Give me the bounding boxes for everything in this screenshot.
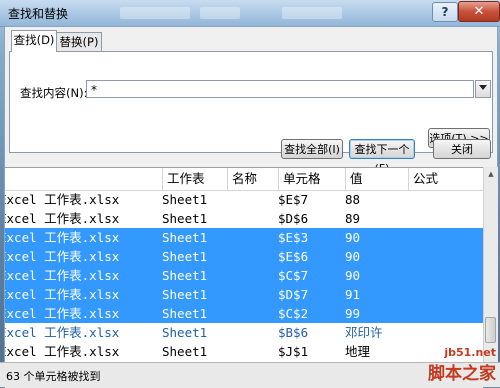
cell-sheet: Sheet1 (162, 249, 208, 264)
cell-address: $E$7 (278, 192, 309, 207)
cell-address: $D$6 (278, 211, 309, 226)
watermark: jb51.net 脚本之家 (428, 346, 496, 384)
cell-workbook: Excel 工作表.xlsx (5, 344, 120, 359)
results-list[interactable]: 工作表 名称 单元格 值 公式 Excel 工作表.xlsx Sheet1 $E$7… (5, 167, 483, 374)
cell-sheet: Sheet1 (162, 192, 208, 207)
cell-workbook: Excel 工作表.xlsx (5, 230, 120, 245)
find-next-button[interactable]: 查找下一个(F) (349, 139, 415, 175)
background-window-blur (200, 7, 240, 19)
cell-address: $J$1 (278, 344, 309, 359)
cell-address: $E$6 (278, 249, 309, 264)
window-title: 查找和替换 (8, 7, 69, 21)
cell-name (227, 190, 277, 209)
cell-sheet: Sheet1 (162, 211, 208, 226)
cell-address: $C$7 (278, 268, 309, 283)
column-header-name[interactable]: 名称 (227, 168, 278, 190)
cell-value: 91 (345, 287, 361, 302)
cell-formula (408, 228, 483, 247)
results-vertical-scrollbar[interactable]: ▲ ▼ (483, 167, 498, 373)
table-row[interactable]: Excel 工作表.xlsx Sheet1 $C$2 99 (5, 304, 483, 323)
cell-value: 90 (345, 249, 361, 264)
background-window-blur (120, 7, 190, 19)
background-window-blur (282, 7, 342, 19)
cell-address: $B$6 (278, 325, 309, 340)
window-close-button[interactable]: ✕ (458, 1, 500, 22)
find-all-button[interactable]: 查找全部(I) (281, 139, 343, 159)
find-what-label: 查找内容(N): (20, 86, 88, 100)
title-bar[interactable]: 查找和替换 ? ✕ (0, 0, 500, 27)
cell-name (227, 323, 277, 342)
cell-formula (408, 266, 483, 285)
results-header: 工作表 名称 单元格 值 公式 (5, 168, 483, 191)
cell-name (227, 247, 277, 266)
cell-workbook: Excel 工作表.xlsx (5, 306, 120, 321)
find-tab-panel: 查找内容(N): * 选项(T) >> (9, 51, 493, 153)
cell-formula (408, 285, 483, 304)
chevron-down-icon (479, 85, 487, 90)
cell-sheet: Sheet1 (162, 287, 208, 302)
watermark-url: jb51.net (444, 346, 496, 359)
cell-sheet: Sheet1 (162, 268, 208, 283)
cell-address: $E$3 (278, 230, 309, 245)
cell-name (227, 209, 277, 228)
scroll-thumb[interactable] (485, 317, 496, 343)
cell-workbook: Excel 工作表.xlsx (5, 268, 120, 283)
cell-formula (408, 323, 483, 342)
cell-name (227, 228, 277, 247)
cell-sheet: Sheet1 (162, 230, 208, 245)
table-row[interactable]: Excel 工作表.xlsx Sheet1 $D$7 91 (5, 285, 483, 304)
cell-sheet: Sheet1 (162, 344, 208, 359)
table-row[interactable]: Excel 工作表.xlsx Sheet1 $E$6 90 (5, 247, 483, 266)
cell-value: 90 (345, 230, 361, 245)
help-button[interactable]: ? (432, 2, 458, 22)
cell-formula (408, 190, 483, 209)
column-header-cell[interactable]: 单元格 (278, 168, 345, 190)
cell-name (227, 285, 277, 304)
cell-formula (408, 247, 483, 266)
column-header-sheet[interactable]: 工作表 (162, 168, 227, 190)
status-bar: 63 个单元格被找到 (0, 362, 500, 387)
cell-value: 90 (345, 268, 361, 283)
table-row[interactable]: Excel 工作表.xlsx Sheet1 $B$6 邓印许 (5, 323, 483, 342)
table-row[interactable]: Excel 工作表.xlsx Sheet1 $E$7 88 (5, 190, 483, 209)
cell-formula (408, 304, 483, 323)
tab-find[interactable]: 查找(D) (11, 30, 57, 52)
cell-name (227, 304, 277, 323)
cell-value: 地理 (345, 344, 371, 359)
cell-address: $C$2 (278, 306, 309, 321)
tab-replace[interactable]: 替换(P) (56, 32, 102, 51)
cell-workbook: Excel 工作表.xlsx (5, 192, 120, 207)
cell-name (227, 266, 277, 285)
cell-workbook: Excel 工作表.xlsx (5, 211, 120, 226)
find-replace-dialog: 查找(D) 替换(P) 查找内容(N): * 选项(T) >> 查找全部(I) … (4, 26, 498, 388)
cell-sheet: Sheet1 (162, 306, 208, 321)
table-row[interactable]: Excel 工作表.xlsx Sheet1 $C$7 90 (5, 266, 483, 285)
table-row[interactable]: Excel 工作表.xlsx Sheet1 $D$6 89 (5, 209, 483, 228)
table-row[interactable]: Excel 工作表.xlsx Sheet1 $E$3 90 (5, 228, 483, 247)
cell-workbook: Excel 工作表.xlsx (5, 287, 120, 302)
cell-address: $D$7 (278, 287, 309, 302)
cell-workbook: Excel 工作表.xlsx (5, 325, 120, 340)
table-row[interactable]: Excel 工作表.xlsx Sheet1 $J$1 地理 (5, 342, 483, 361)
column-header-value[interactable]: 值 (345, 168, 408, 190)
find-what-input[interactable]: * (86, 80, 474, 98)
cell-formula (408, 209, 483, 228)
cell-value: 88 (345, 192, 361, 207)
cell-sheet: Sheet1 (162, 325, 208, 340)
column-header-formula[interactable]: 公式 (408, 168, 483, 190)
scroll-up-arrow-icon[interactable]: ▲ (484, 167, 498, 181)
cell-value: 89 (345, 211, 361, 226)
cell-value: 邓印许 (345, 325, 383, 340)
watermark-name: 脚本之家 (428, 364, 496, 384)
find-history-dropdown[interactable] (475, 80, 491, 98)
cell-workbook: Excel 工作表.xlsx (5, 249, 120, 264)
cell-value: 99 (345, 306, 361, 321)
cell-name (227, 342, 277, 361)
status-text: 63 个单元格被找到 (6, 370, 101, 383)
close-button[interactable]: 关闭 (433, 139, 491, 159)
